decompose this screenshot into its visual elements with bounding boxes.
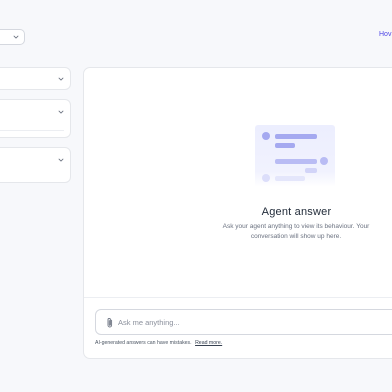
chat-illustration: [255, 125, 335, 187]
paperclip-icon[interactable]: [105, 317, 115, 329]
settings-section-3[interactable]: [0, 147, 71, 183]
chevron-down-icon[interactable]: [57, 108, 65, 116]
empty-state-title: Agent answer: [261, 206, 332, 218]
settings-section-2[interactable]: [0, 99, 71, 138]
settings-section-1[interactable]: [0, 67, 71, 90]
empty-state-description: Ask your agent anything to view its beha…: [222, 223, 370, 240]
chevron-down-icon[interactable]: [57, 75, 65, 83]
message-input[interactable]: [118, 315, 378, 330]
model-select[interactable]: al: [0, 29, 25, 45]
read-more-link[interactable]: Read more.: [195, 340, 222, 346]
chevron-down-icon: [13, 35, 19, 39]
ai-disclaimer-text: AI-generated answers can have mistakes.: [95, 340, 192, 346]
chevron-down-icon[interactable]: [57, 156, 65, 164]
how-it-works-link[interactable]: Hov: [379, 31, 391, 38]
section-divider: [0, 130, 64, 131]
agent-answer-panel: Agent answer Ask your agent anything to …: [83, 67, 392, 359]
ai-disclaimer: AI-generated answers can have mistakes. …: [95, 340, 222, 346]
composer-divider: [84, 297, 392, 298]
agent-playground: al Hov: [0, 0, 392, 392]
message-composer[interactable]: [95, 309, 392, 335]
